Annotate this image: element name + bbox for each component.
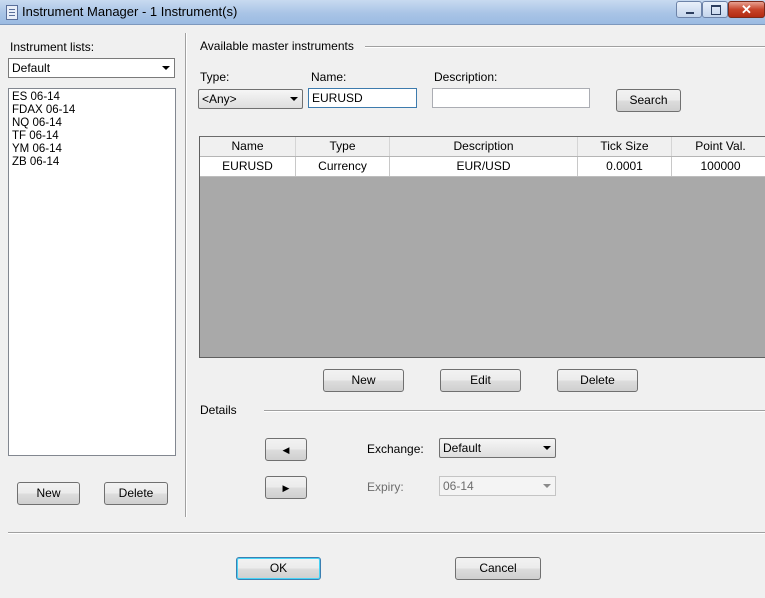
instrument-list-value: Default [12, 61, 51, 75]
column-header-point-value[interactable]: Point Val. [672, 137, 765, 156]
chevron-down-icon [290, 97, 298, 101]
footer-separator [8, 532, 765, 534]
minimize-button[interactable] [676, 1, 702, 18]
type-label: Type: [200, 70, 230, 84]
instrument-listbox[interactable]: ES 06-14 FDAX 06-14 NQ 06-14 TF 06-14 YM… [8, 88, 176, 456]
column-header-name[interactable]: Name [200, 137, 296, 156]
cell-tick-size: 0.0001 [578, 157, 672, 176]
list-delete-button[interactable]: Delete [104, 482, 168, 505]
window-title: Instrument Manager - 1 Instrument(s) [22, 4, 238, 19]
exchange-value: Default [443, 441, 482, 455]
list-item[interactable]: TF 06-14 [9, 130, 175, 143]
cancel-button[interactable]: Cancel [455, 557, 541, 580]
type-value: <Any> [202, 92, 237, 106]
description-input[interactable] [432, 88, 590, 108]
arrow-left-icon: ◀ [282, 445, 290, 455]
name-label: Name: [311, 70, 347, 84]
details-rule [264, 410, 765, 412]
move-right-button[interactable]: ▶ [265, 476, 307, 499]
cell-type: Currency [296, 157, 390, 176]
master-instruments-label: Available master instruments [200, 39, 354, 53]
details-label: Details [200, 403, 237, 417]
chevron-down-icon [162, 66, 170, 70]
exchange-select[interactable]: Default [439, 438, 556, 458]
instruments-grid[interactable]: Name Type Description Tick Size Point Va… [199, 136, 765, 358]
column-header-type[interactable]: Type [296, 137, 390, 156]
name-input[interactable]: EURUSD [308, 88, 417, 108]
chevron-down-icon [543, 484, 551, 488]
expiry-select[interactable]: 06-14 [439, 476, 556, 496]
cell-point-value: 100000 [672, 157, 765, 176]
grid-header: Name Type Description Tick Size Point Va… [200, 137, 765, 157]
list-item[interactable]: ZB 06-14 [9, 156, 175, 169]
list-item[interactable]: ES 06-14 [9, 91, 175, 104]
master-edit-button[interactable]: Edit [440, 369, 521, 392]
arrow-right-icon: ▶ [282, 483, 290, 493]
ok-button[interactable]: OK [236, 557, 321, 580]
type-select[interactable]: <Any> [198, 89, 303, 109]
instrument-lists-label: Instrument lists: [10, 40, 95, 54]
column-header-description[interactable]: Description [390, 137, 578, 156]
maximize-icon [711, 5, 721, 15]
app-icon [6, 5, 18, 20]
panel-separator [185, 33, 187, 517]
list-new-button[interactable]: New [17, 482, 80, 505]
table-row[interactable]: EURUSD Currency EUR/USD 0.0001 100000 [200, 157, 765, 177]
expiry-value: 06-14 [443, 479, 474, 493]
list-item[interactable]: NQ 06-14 [9, 117, 175, 130]
move-left-button[interactable]: ◀ [265, 438, 307, 461]
maximize-button[interactable] [702, 1, 728, 18]
instrument-list-select[interactable]: Default [8, 58, 175, 78]
close-button[interactable]: ✕ [728, 1, 765, 18]
cell-name: EURUSD [200, 157, 296, 176]
minimize-icon [686, 12, 694, 14]
master-delete-button[interactable]: Delete [557, 369, 638, 392]
cell-description: EUR/USD [390, 157, 578, 176]
description-label: Description: [434, 70, 498, 84]
list-item[interactable]: FDAX 06-14 [9, 104, 175, 117]
master-new-button[interactable]: New [323, 369, 404, 392]
column-header-tick-size[interactable]: Tick Size [578, 137, 672, 156]
close-icon: ✕ [741, 2, 752, 17]
expiry-label: Expiry: [367, 480, 404, 494]
list-item[interactable]: YM 06-14 [9, 143, 175, 156]
chevron-down-icon [543, 446, 551, 450]
master-instruments-rule [365, 46, 765, 48]
search-button[interactable]: Search [616, 89, 681, 112]
title-bar: Instrument Manager - 1 Instrument(s) ✕ [0, 0, 765, 25]
exchange-label: Exchange: [367, 442, 424, 456]
